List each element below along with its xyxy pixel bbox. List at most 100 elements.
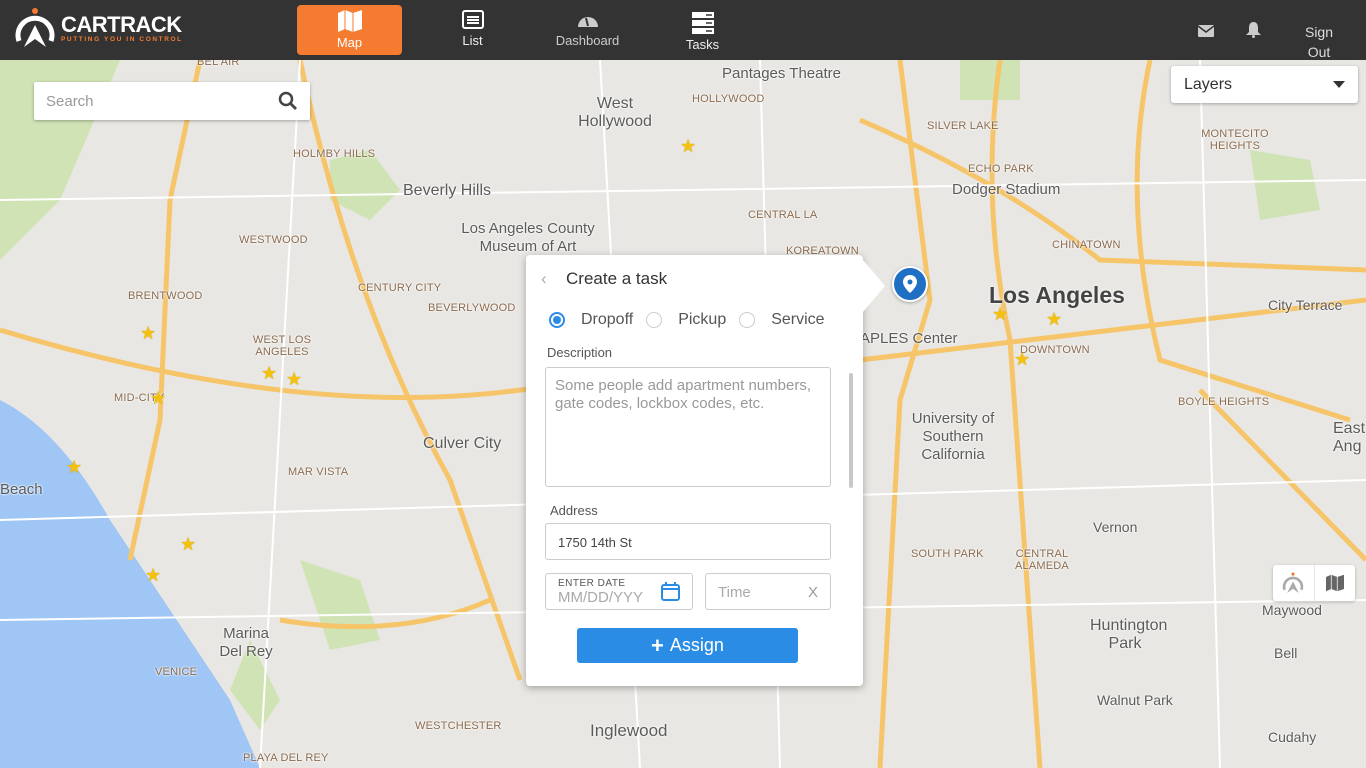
address-label: Address <box>550 503 598 518</box>
star-marker-icon[interactable]: ★ <box>180 534 196 555</box>
list-icon <box>461 10 484 29</box>
star-marker-icon[interactable]: ★ <box>1014 349 1030 370</box>
map-label: East Ang <box>1333 420 1366 455</box>
cartrack-logo-icon <box>1283 572 1304 593</box>
map-label: Cudahy <box>1268 729 1317 745</box>
star-marker-icon[interactable]: ★ <box>145 565 161 586</box>
star-marker-icon[interactable]: ★ <box>66 457 82 478</box>
map-label: Vernon <box>1093 519 1138 535</box>
nav-list[interactable]: List <box>420 5 525 55</box>
map-label: WESTCHESTER <box>415 720 502 732</box>
clear-time-button[interactable]: X <box>808 584 818 601</box>
panel-title: Create a task <box>566 269 668 288</box>
map-label: WESTWOOD <box>239 234 308 246</box>
nav-tasks[interactable]: Tasks <box>650 5 755 55</box>
radio-dropoff[interactable] <box>549 312 565 328</box>
search-icon[interactable] <box>278 91 298 111</box>
assign-button[interactable]: + Assign <box>577 628 798 663</box>
search-input[interactable] <box>46 92 278 110</box>
map-label: CHINATOWN <box>1052 239 1121 251</box>
map-label: CENTRAL LA <box>748 209 818 221</box>
caret-down-icon <box>1333 81 1345 88</box>
map-label: HOLLYWOOD <box>692 93 765 105</box>
map-label: BOYLE HEIGHTS <box>1178 396 1270 408</box>
map-label: MONTECITO HEIGHTS <box>1201 128 1269 152</box>
radio-label: Dropoff <box>581 311 634 328</box>
brand-tagline: PUTTING YOU IN CONTROL <box>61 35 183 43</box>
nav-label: Dashboard <box>555 33 620 48</box>
task-type-radio-group: Dropoff Pickup Service <box>549 311 838 329</box>
cartrack-logo[interactable]: CARTRACK PUTTING YOU IN CONTROL <box>14 7 183 49</box>
date-input[interactable]: ENTER DATE MM/DD/YYY <box>545 573 693 610</box>
map-label: Inglewood <box>590 721 668 740</box>
description-label: Description <box>547 345 613 360</box>
radio-pickup[interactable] <box>646 312 663 328</box>
map-label: DOWNTOWN <box>1020 344 1090 356</box>
map-label: VENICE <box>155 666 198 678</box>
map-icon <box>1325 574 1344 592</box>
back-chevron-icon[interactable]: ‹ <box>541 269 547 289</box>
tasks-icon <box>691 12 714 34</box>
star-marker-icon[interactable]: ★ <box>992 304 1008 325</box>
map-label: HOLMBY HILLS <box>293 148 376 160</box>
calendar-icon[interactable] <box>661 582 680 601</box>
map-view-button[interactable] <box>1315 565 1356 601</box>
mail-icon[interactable] <box>1198 25 1214 37</box>
map-label: Bell <box>1274 645 1298 661</box>
star-marker-icon[interactable]: ★ <box>286 369 302 390</box>
sign-out-button[interactable]: Sign Out <box>1297 22 1341 62</box>
time-input[interactable]: Time X <box>705 573 831 610</box>
map-label: Huntington Park <box>1090 617 1168 652</box>
cartrack-logo-icon <box>15 8 55 47</box>
map-label: Dodger Stadium <box>952 181 1061 198</box>
nav-label: Map <box>336 35 363 50</box>
radio-label: Pickup <box>678 311 727 328</box>
nav-label: Tasks <box>685 37 720 52</box>
map-label: BRENTWOOD <box>128 290 203 302</box>
map-label: MAR VISTA <box>288 466 349 478</box>
map-label: Walnut Park <box>1097 692 1173 708</box>
map-label: West Hollywood <box>578 95 652 130</box>
location-pin-icon[interactable] <box>892 266 928 302</box>
dashboard-icon <box>577 17 598 27</box>
map-label: Los Angeles County Museum of Art <box>461 220 595 255</box>
search-box <box>34 82 310 120</box>
radio-service[interactable] <box>739 312 756 328</box>
map-label: CENTRAL ALAMEDA <box>1015 548 1069 572</box>
bell-icon[interactable] <box>1246 22 1261 38</box>
map-label: WEST LOS ANGELES <box>252 334 312 358</box>
time-placeholder: Time <box>718 584 751 601</box>
star-marker-icon[interactable]: ★ <box>261 363 277 384</box>
brand-name: CARTRACK <box>61 11 182 37</box>
cartrack-view-button[interactable] <box>1273 565 1315 601</box>
nav-map[interactable]: Map <box>297 5 402 55</box>
map-label: Marina Del Rey <box>219 625 273 660</box>
map-label: University of Southern California <box>911 410 995 463</box>
map-label: Culver City <box>423 435 502 452</box>
map-label: SOUTH PARK <box>911 548 984 560</box>
map-label: Beverly Hills <box>403 182 492 199</box>
star-marker-icon[interactable]: ★ <box>150 388 166 409</box>
star-marker-icon[interactable]: ★ <box>680 136 696 157</box>
description-textarea[interactable] <box>545 367 831 487</box>
star-marker-icon[interactable]: ★ <box>140 323 156 344</box>
map-label: Maywood <box>1262 602 1322 618</box>
nav-dashboard[interactable]: Dashboard <box>535 5 640 55</box>
map-label: APLES Center <box>860 330 958 347</box>
scrollbar[interactable] <box>849 373 853 488</box>
layers-label: Layers <box>1184 75 1233 93</box>
address-input[interactable]: 1750 14th St <box>545 523 831 560</box>
map-label: CENTURY CITY <box>358 282 442 294</box>
layers-dropdown[interactable]: Layers <box>1171 66 1358 103</box>
radio-label: Service <box>771 311 825 328</box>
create-task-panel: ‹ Create a task Dropoff Pickup Service D… <box>526 255 885 686</box>
map-view-controls <box>1273 565 1355 601</box>
map-label: City Terrace <box>1268 297 1343 313</box>
star-marker-icon[interactable]: ★ <box>1046 309 1062 330</box>
top-navigation-bar: CARTRACK PUTTING YOU IN CONTROL Map List … <box>0 0 1366 60</box>
map-label: Beach <box>0 481 43 498</box>
map-label: ECHO PARK <box>968 163 1034 175</box>
map-label: Los Angeles <box>989 282 1125 308</box>
plus-icon: + <box>651 632 664 658</box>
map-icon <box>337 10 362 32</box>
